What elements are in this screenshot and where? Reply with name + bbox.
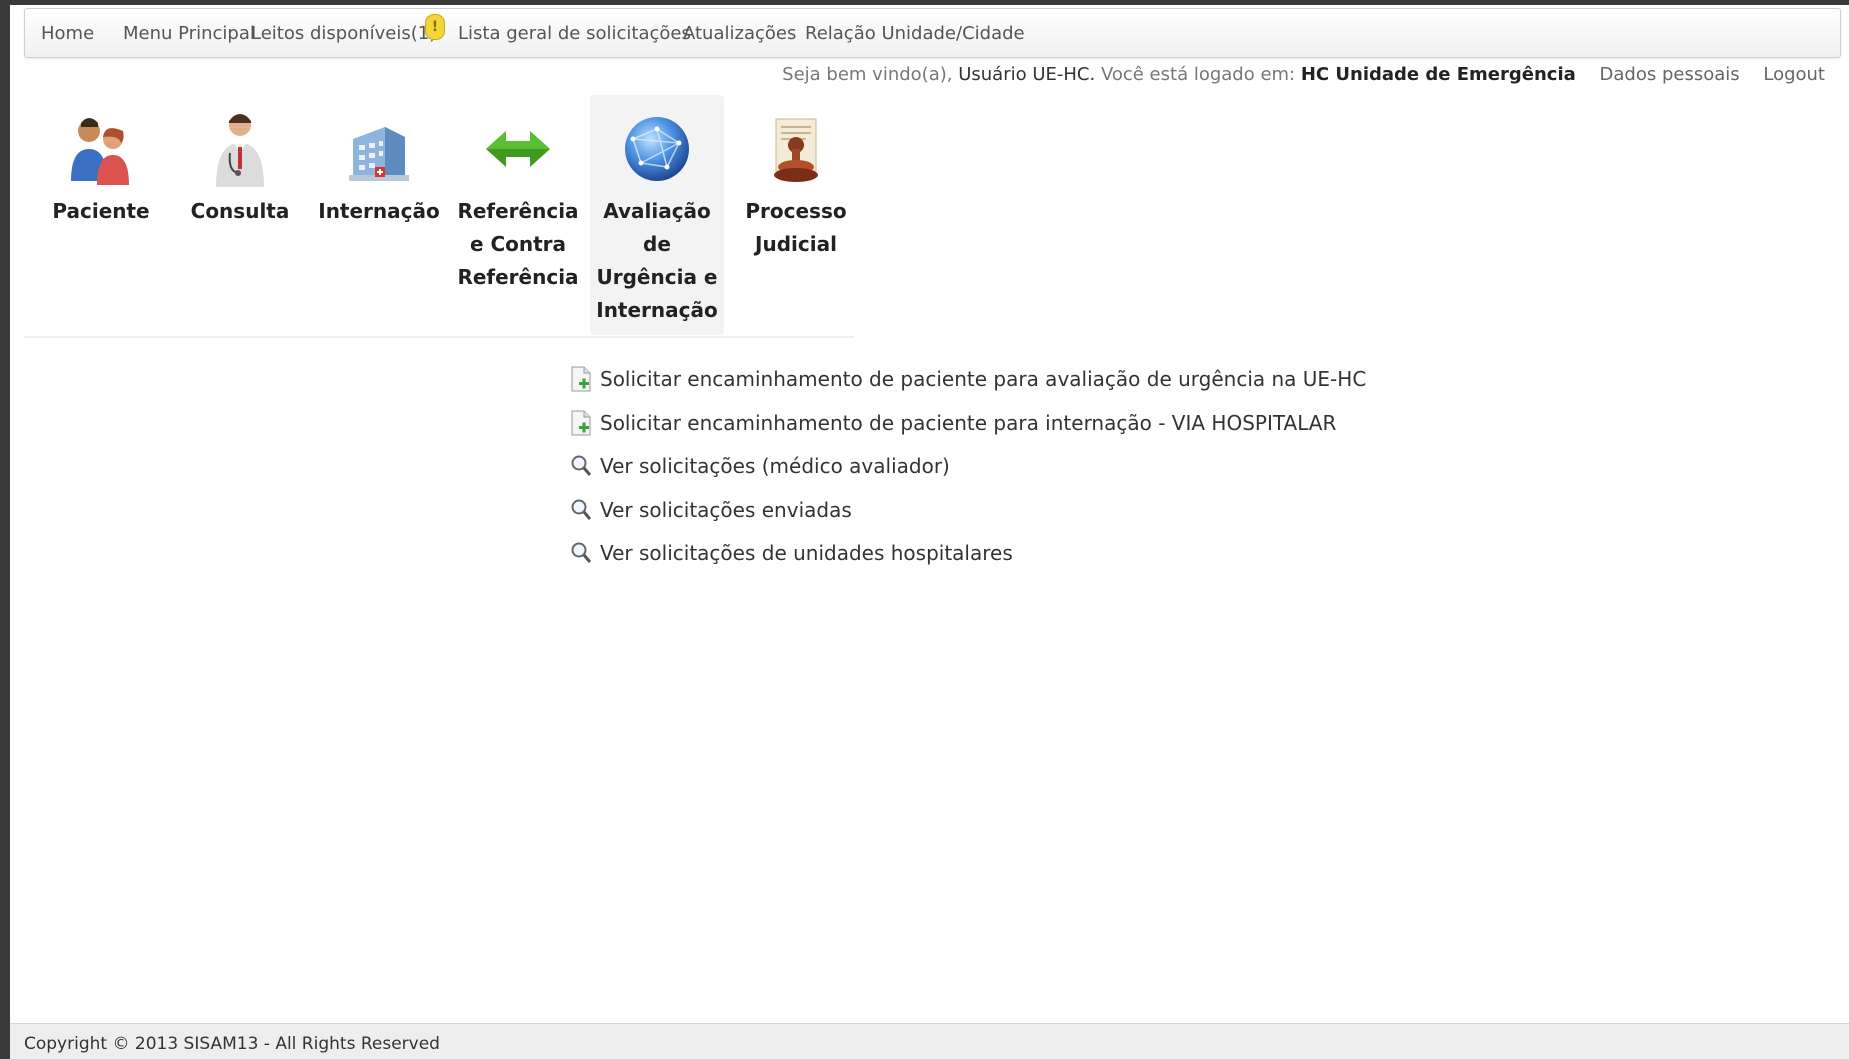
top-nav-bar: Home Menu Principal Leitos disponíveis(1…: [24, 8, 1841, 58]
add-document-icon: [570, 410, 592, 436]
bidirectional-arrow-icon: [478, 109, 558, 189]
copyright-text: Copyright © 2013 SISAM13 - All Rights Re…: [24, 1034, 440, 1054]
action-label: Ver solicitações enviadas: [600, 498, 852, 522]
module-consulta[interactable]: Consulta: [173, 95, 307, 228]
action-label: Solicitar encaminhamento de paciente par…: [600, 411, 1337, 435]
logout-link[interactable]: Logout: [1763, 64, 1825, 85]
action-label: Solicitar encaminhamento de paciente par…: [600, 367, 1367, 391]
nav-menu-principal-link[interactable]: Menu Principal: [123, 23, 255, 44]
alert-badge-icon: !: [425, 14, 445, 40]
module-avaliacao-urgencia[interactable]: Avaliação de Urgência e Internação: [590, 95, 724, 335]
add-document-icon: [570, 366, 592, 392]
module-label: Internação: [318, 199, 440, 223]
magnifier-icon: [570, 453, 592, 479]
window-top-strip: [10, 0, 1849, 5]
module-paciente[interactable]: Paciente: [34, 95, 168, 228]
module-referencia[interactable]: Referência e Contra Referência: [451, 95, 585, 294]
nav-relacao-link[interactable]: Relação Unidade/Cidade: [805, 23, 1025, 44]
stamp-icon: [756, 109, 836, 189]
magnifier-icon: [570, 540, 592, 566]
action-label: Ver solicitações (médico avaliador): [600, 454, 950, 478]
welcome-user: Usuário UE-HC.: [958, 64, 1096, 85]
nav-home-link[interactable]: Home: [41, 23, 94, 44]
nav-lista-geral-link[interactable]: Lista geral de solicitações: [458, 23, 691, 44]
module-divider: [24, 336, 854, 338]
welcome-logged-in: Você está logado em:: [1100, 64, 1296, 85]
footer: Copyright © 2013 SISAM13 - All Rights Re…: [10, 1023, 1849, 1059]
module-processo-judicial[interactable]: Processo Judicial: [729, 95, 863, 261]
action-ver-medico-avaliador[interactable]: Ver solicitações (médico avaliador): [570, 450, 950, 482]
nav-atualizacoes-link[interactable]: Atualizações: [683, 23, 796, 44]
hospital-icon: [339, 109, 419, 189]
welcome-bar: Seja bem vindo(a), Usuário UE-HC. Você e…: [782, 64, 1825, 85]
globe-icon: [617, 109, 697, 189]
magnifier-icon: [570, 497, 592, 523]
action-solicitar-avaliacao[interactable]: Solicitar encaminhamento de paciente par…: [570, 363, 1366, 395]
doctor-icon: [200, 109, 280, 189]
module-label: Consulta: [190, 199, 290, 223]
module-label: Processo Judicial: [745, 199, 847, 256]
module-internacao[interactable]: Internação: [312, 95, 446, 228]
action-solicitar-internacao[interactable]: Solicitar encaminhamento de paciente par…: [570, 407, 1336, 439]
module-label: Referência e Contra Referência: [457, 199, 579, 289]
nav-leitos-link[interactable]: Leitos disponíveis(1): [251, 23, 436, 44]
patients-icon: [61, 109, 141, 189]
page: Home Menu Principal Leitos disponíveis(1…: [10, 0, 1849, 1059]
action-ver-unidades-hospitalares[interactable]: Ver solicitações de unidades hospitalare…: [570, 537, 1013, 569]
welcome-unit: HC Unidade de Emergência: [1300, 64, 1576, 85]
dados-pessoais-link[interactable]: Dados pessoais: [1600, 64, 1740, 85]
welcome-prefix: Seja bem vindo(a),: [782, 64, 953, 85]
action-label: Ver solicitações de unidades hospitalare…: [600, 541, 1013, 565]
action-ver-enviadas[interactable]: Ver solicitações enviadas: [570, 494, 852, 526]
module-label: Avaliação de Urgência e Internação: [596, 199, 718, 322]
module-label: Paciente: [52, 199, 150, 223]
